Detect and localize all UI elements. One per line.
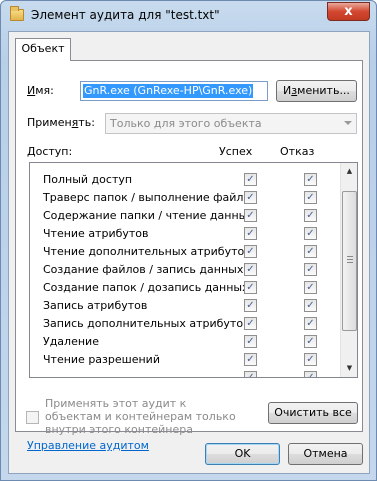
apply-inside-container-checkbox[interactable] <box>26 411 39 424</box>
permission-row[interactable]: Полный доступ ✓ ✓ <box>30 171 340 189</box>
success-checkbox[interactable]: ✓ <box>244 371 257 377</box>
title-bar[interactable]: Элемент аудита для "test.txt" x <box>1 1 376 31</box>
close-button[interactable]: x <box>327 2 370 21</box>
permissions-list[interactable]: Полный доступ ✓ ✓ Траверс папок / выполнени… <box>29 162 358 378</box>
success-checkbox[interactable]: ✓ <box>244 173 257 186</box>
permission-label: Создание файлов / запись данных <box>43 263 244 276</box>
success-checkbox[interactable]: ✓ <box>244 317 257 330</box>
failure-column-header: Отказ <box>280 145 315 158</box>
failure-checkbox[interactable]: ✓ <box>304 371 317 377</box>
permission-row[interactable]: Запись атрибутов ✓ ✓ <box>30 297 340 315</box>
ok-button[interactable]: OK <box>205 443 280 465</box>
permission-row[interactable]: Содержание папки / чтение данных ✓ ✓ <box>30 207 340 225</box>
failure-checkbox[interactable]: ✓ <box>304 227 317 240</box>
apply-inside-container-label: Применять этот аудит к объектам и контей… <box>45 397 236 436</box>
permission-row[interactable]: Создание папок / дозапись данных ✓ ✓ <box>30 279 340 297</box>
success-checkbox[interactable]: ✓ <box>244 209 257 222</box>
vertical-scrollbar[interactable]: ▲ ▼ <box>340 163 357 377</box>
manage-auditing-link[interactable]: Управление аудитом <box>27 439 149 452</box>
permission-label: Полный доступ <box>43 173 133 186</box>
permission-label: Запись дополнительных атрибутов <box>43 317 250 330</box>
success-checkbox[interactable]: ✓ <box>244 245 257 258</box>
success-checkbox[interactable]: ✓ <box>244 299 257 312</box>
success-checkbox[interactable]: ✓ <box>244 281 257 294</box>
permission-row[interactable]: Создание файлов / запись данных ✓ ✓ <box>30 261 340 279</box>
permission-label: Чтение атрибутов <box>43 227 149 240</box>
scroll-up-icon[interactable]: ▲ <box>342 163 357 180</box>
success-checkbox[interactable]: ✓ <box>244 335 257 348</box>
apply-to-value: Только для этого объекта <box>110 117 262 130</box>
permission-row[interactable]: Чтение дополнительных атрибутов ✓ ✓ <box>30 243 340 261</box>
clear-all-button[interactable]: Очистить все <box>268 402 358 424</box>
failure-checkbox[interactable]: ✓ <box>304 317 317 330</box>
success-checkbox[interactable]: ✓ <box>244 263 257 276</box>
folder-icon <box>10 6 24 21</box>
success-checkbox[interactable]: ✓ <box>244 191 257 204</box>
failure-checkbox[interactable]: ✓ <box>304 281 317 294</box>
failure-checkbox[interactable]: ✓ <box>304 245 317 258</box>
permission-row[interactable]: Запись дополнительных атрибутов ✓ ✓ <box>30 315 340 333</box>
dropdown-arrow-icon <box>344 121 352 125</box>
failure-checkbox[interactable]: ✓ <box>304 191 317 204</box>
change-principal-button[interactable]: Изменить... <box>276 80 357 102</box>
audit-entry-dialog: Элемент аудита для "test.txt" x Объект И… <box>0 0 377 481</box>
dialog-client-area: Объект Имя: GnR.exe (GnRexe-HP\GnR.exe) … <box>8 31 370 474</box>
scroll-down-icon[interactable]: ▼ <box>342 360 357 377</box>
permission-label: Содержание папки / чтение данных <box>43 209 254 222</box>
name-label: Имя: <box>27 84 54 97</box>
permission-row[interactable]: Чтение разрешений ✓ ✓ <box>30 351 340 369</box>
success-checkbox[interactable]: ✓ <box>244 353 257 366</box>
permission-row[interactable]: Траверс папок / выполнение файлов ✓ ✓ <box>30 189 340 207</box>
scrollbar-thumb[interactable] <box>342 191 357 331</box>
failure-checkbox[interactable]: ✓ <box>304 173 317 186</box>
permission-row[interactable]: Чтение атрибутов ✓ ✓ <box>30 225 340 243</box>
cancel-button[interactable]: Отмена <box>288 443 363 465</box>
object-tab-page: Имя: GnR.exe (GnRexe-HP\GnR.exe) Изменит… <box>15 60 363 452</box>
apply-to-select[interactable]: Только для этого объекта <box>105 113 357 134</box>
success-column-header: Успех <box>219 145 253 158</box>
access-label: Доступ: <box>27 145 73 158</box>
principal-name-field[interactable]: GnR.exe (GnRexe-HP\GnR.exe) <box>80 81 268 101</box>
success-checkbox[interactable]: ✓ <box>244 227 257 240</box>
failure-checkbox[interactable]: ✓ <box>304 353 317 366</box>
permission-row[interactable]: ✓ ✓ <box>30 369 340 377</box>
tab-object[interactable]: Объект <box>15 38 71 61</box>
permission-label: Чтение дополнительных атрибутов <box>43 245 251 258</box>
permission-label: Удаление <box>43 335 99 348</box>
failure-checkbox[interactable]: ✓ <box>304 263 317 276</box>
permission-label: Траверс папок / выполнение файлов <box>43 191 257 204</box>
permission-row[interactable]: Удаление ✓ ✓ <box>30 333 340 351</box>
permission-label: Запись атрибутов <box>43 299 148 312</box>
window-title: Элемент аудита для "test.txt" <box>31 8 220 22</box>
permission-label: Создание папок / дозапись данных <box>43 281 249 294</box>
failure-checkbox[interactable]: ✓ <box>304 299 317 312</box>
failure-checkbox[interactable]: ✓ <box>304 335 317 348</box>
permission-label: Чтение разрешений <box>43 353 160 366</box>
failure-checkbox[interactable]: ✓ <box>304 209 317 222</box>
apply-to-label: Применять: <box>27 116 95 129</box>
principal-name-value: GnR.exe (GnRexe-HP\GnR.exe) <box>83 84 254 98</box>
